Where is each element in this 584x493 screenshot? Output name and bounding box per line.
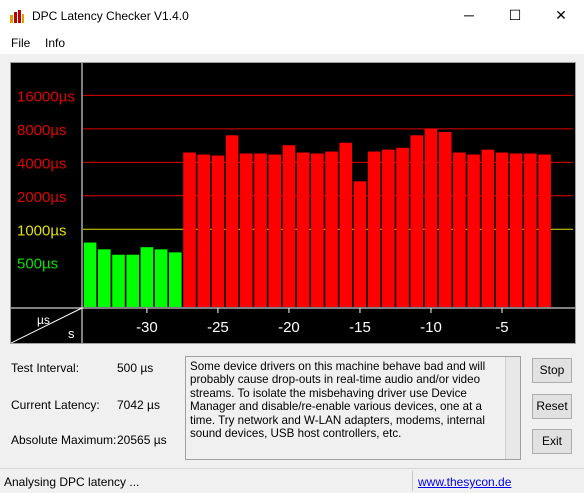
message-scrollbar[interactable] xyxy=(505,357,520,459)
bar-8 xyxy=(197,154,211,307)
close-button[interactable]: ✕ xyxy=(538,0,584,31)
bar-10 xyxy=(225,135,239,307)
bar-9 xyxy=(211,155,225,307)
bar-32 xyxy=(538,154,551,307)
status-separator xyxy=(412,471,413,491)
bar-29 xyxy=(495,152,509,307)
bar-18 xyxy=(339,142,353,307)
bar-19 xyxy=(353,181,367,307)
test-interval-value: 500 µs xyxy=(117,361,154,375)
bar-2 xyxy=(112,254,125,307)
menu-info[interactable]: Info xyxy=(45,36,65,50)
bar-5 xyxy=(154,249,168,307)
window-title: DPC Latency Checker V1.4.0 xyxy=(32,9,189,23)
bar-3 xyxy=(126,254,140,307)
x-tick-label-5: -5 xyxy=(495,319,508,336)
test-interval-label: Test Interval: xyxy=(11,361,80,375)
x-tick-label-2: -20 xyxy=(278,319,300,336)
latency-chart: 16000µs 8000µs 4000µs 2000µs 1000µs 500µs -30 -… xyxy=(11,63,575,343)
message-box[interactable]: Some device drivers on this machine beha… xyxy=(185,356,521,460)
title-bar: DPC Latency Checker V1.4.0 ─ ☐ ✕ xyxy=(0,0,584,33)
y-tick-label-1: 8000µs xyxy=(17,122,67,139)
current-latency-value: 7042 µs xyxy=(117,398,160,412)
x-tick-label-1: -25 xyxy=(207,319,229,336)
message-text: Some device drivers on this machine beha… xyxy=(190,360,486,441)
minimize-button[interactable]: ─ xyxy=(446,0,492,31)
x-tick-label-0: -30 xyxy=(136,319,158,336)
bar-0 xyxy=(83,242,97,307)
bar-25 xyxy=(438,131,452,307)
status-text: Analysing DPC latency ... xyxy=(4,475,140,489)
bar-4 xyxy=(140,247,154,307)
website-link[interactable]: www.thesycon.de xyxy=(418,475,511,489)
bar-1 xyxy=(98,249,111,307)
bar-7 xyxy=(183,152,196,307)
absolute-maximum-value: 20565 µs xyxy=(117,433,167,447)
bar-12 xyxy=(254,153,267,307)
app-icon xyxy=(9,9,25,23)
x-tick-label-3: -15 xyxy=(349,319,371,336)
y-tick-label-3: 2000µs xyxy=(17,189,67,206)
maximize-button[interactable]: ☐ xyxy=(492,0,538,31)
bar-22 xyxy=(396,147,409,307)
bar-23 xyxy=(410,135,424,307)
status-bar: Analysing DPC latency ... www.thesycon.d… xyxy=(0,468,584,493)
bar-16 xyxy=(311,153,324,307)
bar-11 xyxy=(240,153,253,307)
absolute-maximum-label: Absolute Maximum: xyxy=(11,433,117,447)
bar-24 xyxy=(424,128,438,307)
bar-17 xyxy=(325,151,338,307)
bar-6 xyxy=(169,252,182,307)
bar-31 xyxy=(524,153,537,307)
corner-unit-s: s xyxy=(68,326,75,341)
reset-button[interactable]: Reset xyxy=(532,394,572,419)
bar-26 xyxy=(453,152,466,307)
bar-13 xyxy=(268,154,282,307)
y-tick-label-4: 1000µs xyxy=(17,222,67,239)
exit-button[interactable]: Exit xyxy=(532,429,572,454)
bar-14 xyxy=(282,145,296,307)
current-latency-label: Current Latency: xyxy=(11,398,100,412)
menu-bar: File Info xyxy=(0,32,584,54)
bar-15 xyxy=(296,152,310,307)
bar-28 xyxy=(481,149,495,307)
y-tick-label-5: 500µs xyxy=(17,256,58,273)
bar-21 xyxy=(382,149,395,307)
bar-20 xyxy=(367,151,381,307)
x-tick-label-4: -10 xyxy=(420,319,442,336)
bar-30 xyxy=(509,153,523,307)
y-tick-label-2: 4000µs xyxy=(17,155,67,172)
stop-button[interactable]: Stop xyxy=(532,358,572,383)
bar-27 xyxy=(467,154,480,307)
corner-unit-us: µs xyxy=(37,313,50,327)
menu-file[interactable]: File xyxy=(11,36,30,50)
y-tick-label-0: 16000µs xyxy=(17,88,75,105)
